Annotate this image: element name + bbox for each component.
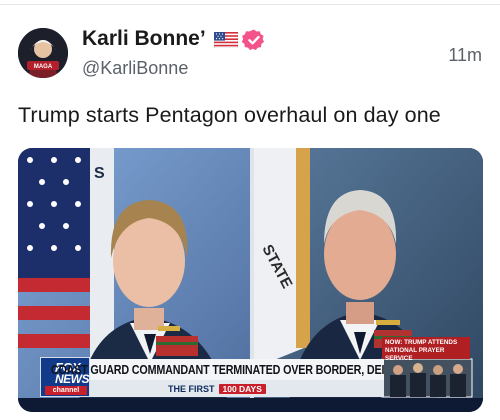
flag-text-left: S [94,165,105,182]
author-avatar[interactable]: MAGA [18,28,68,78]
us-flag-icon [214,32,238,48]
state-flag-backdrop: STATE [254,148,310,368]
post-timestamp[interactable]: 11m [448,45,482,66]
avatar-image: MAGA [18,28,68,78]
chyron-subline-badge: 100 DAYS [218,383,266,394]
author-display-name[interactable]: Karli Bonne’ [82,27,206,51]
post-text: Trump starts Pentagon overhaul on day on… [18,103,441,127]
chyron-subline: THE FIRST 100 DAYS [168,382,266,395]
author-handle[interactable]: @KarliBonne [82,58,188,79]
verified-badge-icon [242,29,264,51]
post-header: MAGA Karli Bonne’ @KarliBonne 11m [18,24,482,84]
post-media-image[interactable]: S STATE NOW: TRUMP ATTENDS NATIONAL PRAY… [18,148,483,412]
chyron-subline-text: THE FIRST [168,383,215,394]
logo-line3: channel [45,386,87,395]
inset-label: NOW: TRUMP ATTENDS NATIONAL PRAYER SERVI… [382,337,470,362]
name-badges [214,28,266,52]
top-divider [0,4,500,5]
chyron-bottom-strip [18,398,483,412]
chyron-headline: COAST GUARD COMMANDANT TERMINATED OVER B… [50,362,385,377]
avatar-caption: MAGA [34,64,53,70]
